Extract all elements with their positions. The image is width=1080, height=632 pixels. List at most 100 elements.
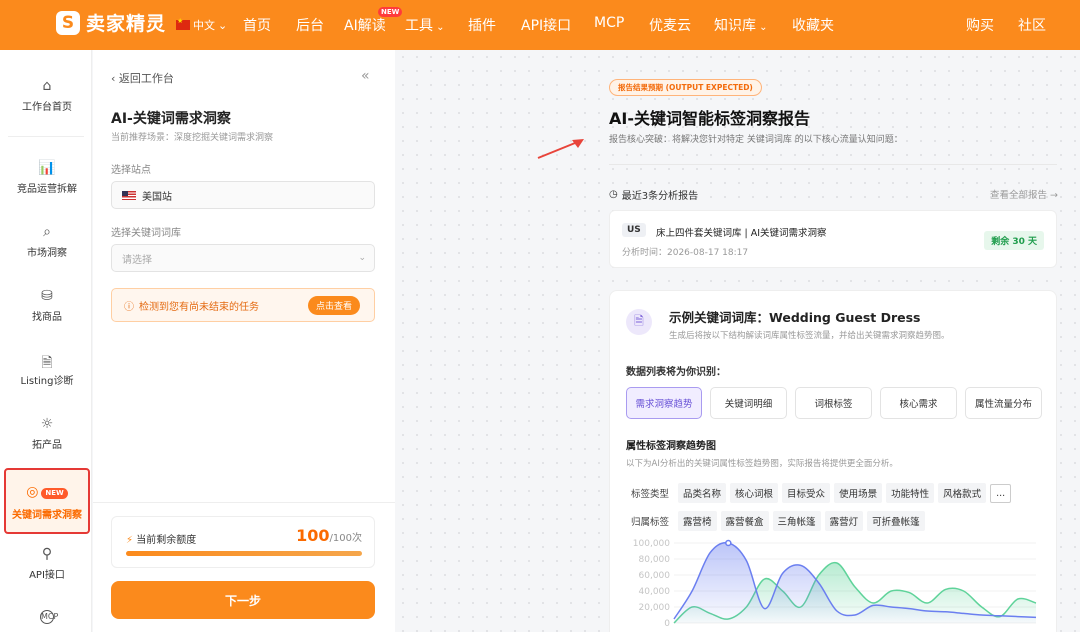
sidebar-item-label: API接口 xyxy=(29,570,65,581)
keyword-library-select[interactable]: 请选择 ⌄ xyxy=(111,244,375,272)
chart-heading: 属性标签洞察趋势图 xyxy=(626,441,716,452)
brand-name: 卖家精灵 xyxy=(86,13,167,35)
sidebar-item-mcp[interactable]: MCP xyxy=(4,610,90,628)
belong-tag-chair[interactable]: 露营椅 xyxy=(678,511,717,531)
sidebar-item-label: 关键词需求洞察 xyxy=(12,510,82,521)
nav-knowledge[interactable]: 知识库 ⌄ xyxy=(714,15,768,35)
boxes-icon: ⛁ xyxy=(41,288,53,304)
report-title: AI-关键词智能标签洞察报告 xyxy=(609,109,810,128)
sidebar-item-expand-product[interactable]: ☼ 拓产品 xyxy=(4,416,90,451)
back-label: 返回工作台 xyxy=(118,72,174,85)
belong-tag-lamp[interactable]: 露营灯 xyxy=(824,511,864,531)
sidebar-item-label: 工作台首页 xyxy=(22,102,72,113)
chevron-down-icon: ⌄ xyxy=(433,22,445,33)
sidebar-divider xyxy=(8,136,84,137)
sidebar-item-label: 拓产品 xyxy=(32,440,62,451)
nav-backend[interactable]: 后台 xyxy=(296,15,324,35)
chevron-down-icon: ⌄ xyxy=(358,253,366,263)
sidebar-item-api[interactable]: ⚲ API接口 xyxy=(4,546,90,581)
site-select[interactable]: 美国站 xyxy=(111,181,375,209)
sidebar-item-market[interactable]: ⌕ 市场洞察 xyxy=(4,224,90,259)
nav-tools[interactable]: 工具 ⌄ xyxy=(405,15,445,35)
tag-type-audience[interactable]: 目标受众 xyxy=(782,483,831,503)
nav-new-badge: NEW xyxy=(378,7,403,17)
language-switcher[interactable]: 中文 ⌄ xyxy=(176,17,227,33)
sample-report-card: 🗎 示例关键词词库：Wedding Guest Dress 生成后将按以下结构解… xyxy=(609,290,1057,632)
sidebar-item-listing[interactable]: 🗎 Listing诊断 xyxy=(4,352,90,387)
nav-community[interactable]: 社区 xyxy=(1018,15,1046,35)
nav-favorites[interactable]: 收藏夹 xyxy=(792,15,834,35)
sidebar-item-find-product[interactable]: ⛁ 找商品 xyxy=(4,288,90,323)
nav-tools-label: 工具 xyxy=(405,18,433,34)
back-to-workbench-link[interactable]: ‹ 返回工作台 xyxy=(111,70,174,86)
site-select-value: 美国站 xyxy=(142,191,172,203)
chevron-left-icon: ‹ xyxy=(111,72,119,85)
warning-text: 检测到您有尚未结束的任务 xyxy=(139,301,259,313)
brand-logo[interactable]: S 卖家精灵 xyxy=(56,9,166,36)
view-all-reports-link[interactable]: 查看全部报告 → xyxy=(990,187,1058,201)
more-tags-button[interactable]: ... xyxy=(990,483,1012,503)
quota-value: 100/100次 xyxy=(296,526,362,545)
next-step-button[interactable]: 下一步 xyxy=(111,581,375,619)
site-field-label: 选择站点 xyxy=(111,165,151,176)
tag-type-style[interactable]: 风格款式 xyxy=(938,483,987,503)
lightning-icon: ⚡ xyxy=(126,535,134,546)
sidebar-item-label: 竞品运营拆解 xyxy=(17,184,77,195)
belong-tag-lunchbox[interactable]: 露营餐盒 xyxy=(720,511,769,531)
search-icon: ⌕ xyxy=(43,224,51,240)
sidebar-item-keyword-insight[interactable]: ◎ NEW 关键词需求洞察 xyxy=(4,468,90,534)
library-select-placeholder: 请选择 xyxy=(122,254,152,266)
china-flag-icon xyxy=(176,17,190,30)
quota-card: ⚡ 当前剩余额度 100/100次 xyxy=(111,516,375,568)
collapse-panel-icon[interactable]: « xyxy=(361,68,370,84)
tab-keyword-detail[interactable]: 关键词明细 xyxy=(710,387,787,419)
nav-youmaiyun[interactable]: 优麦云 xyxy=(649,15,691,35)
bulb-icon: ☼ xyxy=(40,416,54,432)
panel-title: AI-关键词需求洞察 xyxy=(111,111,231,127)
sidebar-item-competitor[interactable]: 📊 竞品运营拆解 xyxy=(4,160,90,195)
recent-report-card[interactable]: US 床上四件套关键词库 | AI关键词需求洞察 分析时间：2026-08-17… xyxy=(609,210,1057,268)
tab-root-tags[interactable]: 词根标签 xyxy=(795,387,872,419)
top-navigation-bar: S 卖家精灵 中文 ⌄ 首页 后台 AI解读 NEW 工具 ⌄ 插件 API接口… xyxy=(0,0,1080,50)
tab-core-demand[interactable]: 核心需求 xyxy=(880,387,957,419)
panel-subtitle: 当前推荐场景：深度挖掘关键词需求洞察 xyxy=(111,133,274,143)
tag-type-label: 标签类型 xyxy=(631,489,670,500)
recent-reports-heading: ◷ 最近3条分析报告 xyxy=(609,187,698,202)
nav-ai-interpret[interactable]: AI解读 xyxy=(344,15,386,35)
nav-buy[interactable]: 购买 xyxy=(966,15,994,35)
view-task-button[interactable]: 点击查看 xyxy=(307,296,360,315)
y-tick-label: 80,000 xyxy=(639,555,671,565)
sample-subtitle: 生成后将按以下结构解读词库属性标签流量，并给出关键需求洞察趋势图。 xyxy=(669,331,950,341)
report-preview-area: 报告结果预期 (OUTPUT EXPECTED) AI-关键词智能标签洞察报告 … xyxy=(396,50,1080,632)
quota-progress-bar xyxy=(126,551,362,556)
nav-mcp[interactable]: MCP xyxy=(594,15,624,31)
tag-type-root[interactable]: 核心词根 xyxy=(730,483,779,503)
tag-type-row: 标签类型 品类名称 核心词根 目标受众 使用场景 功能特性 风格款式 ... xyxy=(626,483,1012,503)
y-tick-label: 0 xyxy=(664,619,670,627)
y-tick-label: 100,000 xyxy=(633,539,670,549)
nav-plugins[interactable]: 插件 xyxy=(468,15,496,35)
home-icon: ⌂ xyxy=(42,78,52,94)
tag-type-scene[interactable]: 使用场景 xyxy=(834,483,883,503)
tag-type-feature[interactable]: 功能特性 xyxy=(886,483,935,503)
data-list-heading: 数据列表将为你识别： xyxy=(626,367,726,378)
nav-home[interactable]: 首页 xyxy=(243,15,271,35)
quota-label: ⚡ 当前剩余额度 xyxy=(126,531,196,546)
nav-api[interactable]: API接口 xyxy=(521,15,571,35)
language-label: 中文 xyxy=(193,19,215,32)
sidebar-item-label: Listing诊断 xyxy=(20,376,74,387)
y-tick-label: 20,000 xyxy=(639,603,671,613)
y-tick-label: 40,000 xyxy=(639,587,671,597)
series-peak-point xyxy=(725,539,732,547)
tag-type-category[interactable]: 品类名称 xyxy=(678,483,727,503)
report-subtitle: 报告核心突破：将解决您针对特定 关键词词库 的以下核心流量认知问题： xyxy=(609,135,903,145)
sidebar-item-workbench[interactable]: ⌂ 工作台首页 xyxy=(4,78,90,113)
mcp-icon: MCP xyxy=(40,610,58,624)
tab-attribute-flow[interactable]: 属性流量分布 xyxy=(965,387,1042,419)
document-icon: 🗎 xyxy=(626,309,652,335)
tab-demand-trend[interactable]: 需求洞察趋势 xyxy=(626,387,702,419)
quota-divider xyxy=(93,502,395,503)
belong-tag-tent[interactable]: 三角帐篷 xyxy=(772,511,821,531)
belong-tag-folding-tent[interactable]: 可折叠帐篷 xyxy=(867,511,925,531)
section-divider xyxy=(609,164,1057,165)
